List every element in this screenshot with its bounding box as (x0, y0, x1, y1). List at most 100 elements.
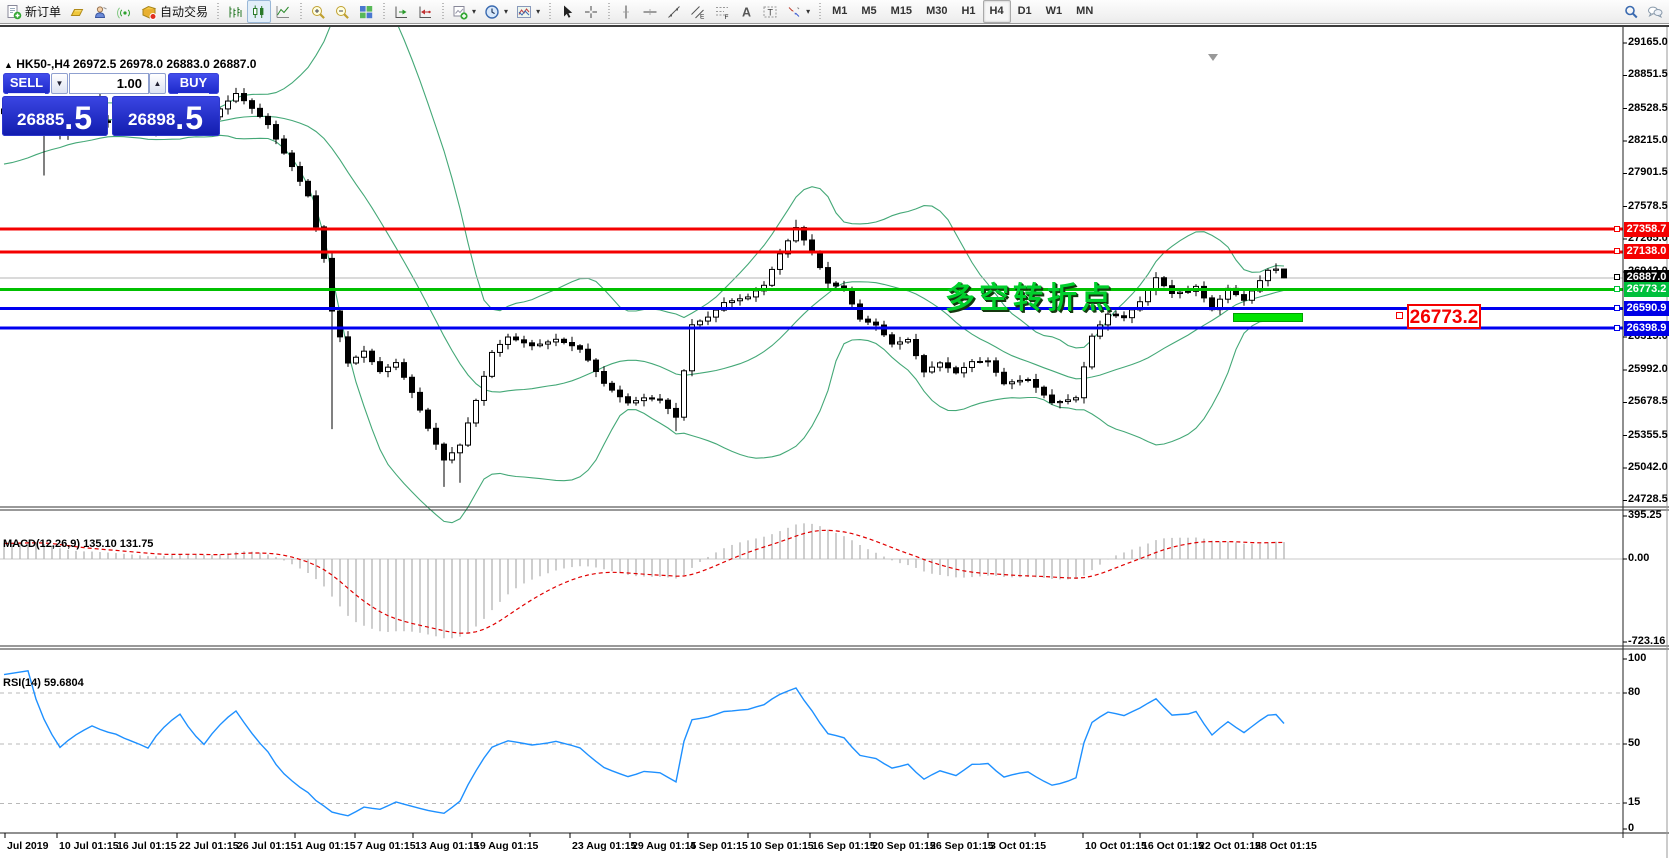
sell-button[interactable]: SELL (3, 73, 50, 95)
price-axis-tick: 25355.5 (1628, 428, 1668, 441)
tf-h4-button[interactable]: H4 (982, 0, 1011, 23)
candle-chart-button[interactable] (247, 0, 272, 23)
chart-shift-marker-icon[interactable] (1208, 54, 1218, 61)
time-axis-label: 4 Sep 01:15 (690, 840, 748, 852)
chart-shift-button-icon (419, 6, 432, 18)
autotrade-button[interactable]: 自动交易 (137, 0, 212, 23)
profiles-button-icon (485, 4, 499, 19)
accounts-button[interactable] (89, 0, 113, 23)
sell-price-display[interactable]: 26885.5 (2, 96, 108, 136)
rsi-axis-tick: 50 (1628, 737, 1641, 749)
volume-increase-button[interactable]: ▲ (149, 73, 166, 94)
time-axis-label: 19 Aug 01:15 (474, 840, 539, 852)
search-icon-button[interactable] (1619, 0, 1643, 23)
chart-shift-button[interactable] (413, 0, 437, 23)
autotrade-button-label: 自动交易 (160, 5, 209, 19)
price-tag: 27138.0 (1624, 244, 1669, 260)
tf-d1-button[interactable]: D1 (1011, 0, 1039, 23)
buy-price-pip: .5 (175, 100, 204, 136)
time-axis-label: 22 Oct 01:15 (1199, 840, 1261, 852)
bar-chart-button[interactable] (223, 0, 247, 23)
chat-icon-button[interactable] (1643, 0, 1667, 23)
trendline-button[interactable] (662, 0, 686, 23)
svg-text:E: E (700, 13, 705, 20)
crosshair-button-icon (585, 5, 598, 18)
time-axis-label: 23 Aug 01:15 (572, 840, 637, 852)
price-tag-handle[interactable] (1614, 286, 1620, 293)
price-axis-tick: 25992.0 (1628, 363, 1668, 376)
price-tag-handle[interactable] (1614, 248, 1620, 255)
text-button[interactable]: A (734, 0, 758, 23)
indicators-button[interactable]: ▾ (512, 0, 544, 23)
tf-mn-button[interactable]: MN (1069, 0, 1100, 23)
rsi-indicator-label: RSI(14) 59.6804 (3, 677, 84, 689)
candle-chart-button-icon (253, 5, 264, 18)
time-axis-label: 20 Sep 01:15 (872, 840, 936, 852)
price-callout-label[interactable]: 26773.2 (1407, 304, 1481, 329)
hline-button[interactable] (638, 0, 662, 23)
price-axis-tick: 25678.5 (1628, 395, 1668, 408)
auto-scroll-button[interactable] (389, 0, 413, 23)
new-chart-button-icon (453, 5, 468, 20)
volume-decrease-button[interactable]: ▼ (51, 73, 68, 94)
time-axis-label: 10 Sep 01:15 (750, 840, 814, 852)
search-icon-button-icon (1625, 5, 1638, 18)
tf-h1-button[interactable]: H1 (954, 0, 982, 23)
new-order-button-label: 新订单 (25, 5, 62, 19)
chart-window[interactable]: 29165.0 28851.5 28528.5 28215.0 27901.5 27578… (0, 25, 1669, 858)
toolbar-separator (380, 1, 388, 22)
text-label-button[interactable]: T (758, 0, 782, 23)
ingot-button[interactable] (65, 0, 89, 23)
price-axis-tick: 25042.0 (1628, 461, 1668, 474)
time-axis-label: 7 Aug 01:15 (357, 840, 416, 852)
tf-w1-button[interactable]: W1 (1039, 0, 1070, 23)
time-axis-label: 10 Jul 01:15 (59, 840, 119, 852)
text-label-button-icon: T (763, 6, 777, 17)
buy-button[interactable]: BUY (168, 73, 219, 95)
price-tag-handle[interactable] (1614, 225, 1620, 232)
toolbar-separator (816, 1, 824, 22)
new-chart-button[interactable]: ▾ (448, 0, 480, 23)
chevron-down-icon: ▾ (472, 7, 477, 16)
line-chart-button[interactable] (271, 0, 295, 23)
buy-price-display[interactable]: 26898.5 (112, 96, 220, 136)
svg-text:F: F (725, 14, 729, 20)
rsi-axis-tick: 0 (1628, 822, 1635, 834)
volume-input[interactable] (69, 73, 149, 94)
price-callout-handle[interactable] (1396, 312, 1403, 319)
price-tag-handle[interactable] (1614, 274, 1620, 281)
tf-m5-button[interactable]: M5 (854, 0, 883, 23)
price-axis-tick: 29165.0 (1628, 36, 1668, 48)
ingot-button-icon (70, 8, 84, 16)
new-order-button[interactable]: 新订单 (2, 0, 65, 23)
vline-button[interactable] (614, 0, 638, 23)
buy-price-main: 26898 (128, 110, 176, 129)
zoom-in-button[interactable] (306, 0, 330, 23)
tf-m30-button[interactable]: M30 (919, 0, 954, 23)
arrows-button[interactable]: ▾ (782, 0, 814, 23)
price-tag-handle[interactable] (1614, 324, 1620, 331)
bull-bear-turning-point-annotation: 多空转折点 (945, 282, 1115, 315)
chart-canvas[interactable] (0, 27, 1669, 858)
rsi-axis-tick: 100 (1628, 652, 1647, 664)
tf-m1-button[interactable]: M1 (825, 0, 854, 23)
channel-button[interactable]: E (686, 0, 710, 23)
crosshair-button[interactable] (579, 0, 603, 23)
tf-m15-button[interactable]: M15 (884, 0, 919, 23)
macd-indicator-label: MACD(12,26,9) 135.10 131.75 (3, 538, 154, 550)
fibonacci-button[interactable]: F (710, 0, 734, 23)
symbol-marker-icon: ▲ (4, 60, 13, 70)
price-tag-handle[interactable] (1614, 304, 1620, 311)
tile-windows-button[interactable] (354, 0, 378, 23)
svg-text:A: A (742, 5, 751, 19)
sell-price-pip: .5 (64, 100, 93, 136)
zoom-out-button[interactable] (330, 0, 354, 23)
time-axis-label: Jul 2019 (7, 840, 49, 852)
profiles-button[interactable]: ▾ (480, 0, 512, 23)
green-highlight-zone[interactable] (1233, 313, 1303, 322)
signal-button[interactable] (113, 0, 137, 23)
macd-axis-tick: 395.25 (1628, 509, 1662, 521)
toolbar-separator (439, 1, 447, 22)
macd-axis-tick: 0.00 (1628, 552, 1650, 564)
cursor-button[interactable] (555, 0, 579, 23)
